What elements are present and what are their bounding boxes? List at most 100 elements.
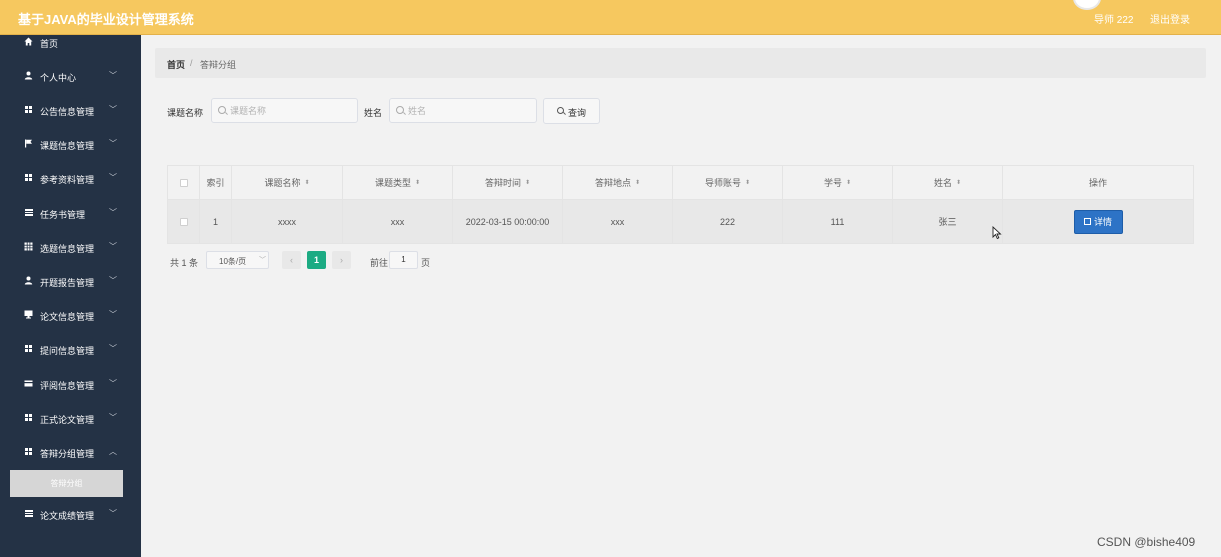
sidebar-item-score[interactable]: 论文成绩管理 ﹀	[0, 504, 141, 524]
sidebar-item-home[interactable]: 首页	[0, 32, 141, 52]
mouse-cursor-icon	[992, 225, 1002, 242]
column-header[interactable]: 课题名称 ⬍	[232, 166, 343, 199]
title-search-field	[211, 98, 358, 123]
sidebar-item-reference[interactable]: 参考资料管理 ﹀	[0, 168, 141, 188]
top-header: 基于JAVA的毕业设计管理系统 导师 222 退出登录	[0, 0, 1221, 35]
sidebar-item-notice[interactable]: 公告信息管理 ﹀	[0, 100, 141, 120]
grid-icon	[24, 344, 33, 353]
user-icon	[24, 276, 33, 285]
cell-student-no: 111	[783, 200, 893, 243]
breadcrumb-home[interactable]: 首页	[167, 58, 185, 71]
query-button[interactable]: 查询	[543, 98, 600, 124]
column-header[interactable]: 答辩地点 ⬍	[563, 166, 673, 199]
cell-index: 1	[200, 200, 232, 243]
page-size-select[interactable]: 10条/页 ﹀	[206, 251, 269, 269]
row-checkbox[interactable]	[179, 217, 188, 226]
name-search-input[interactable]	[408, 99, 532, 122]
cell-action: 详情	[1003, 200, 1193, 243]
sidebar-item-label: 论文成绩管理	[40, 511, 95, 521]
sidebar: 首页 个人中心 ﹀ 公告信息管理 ﹀ 课题信息管理 ﹀ 参考资料管理 ﹀ 任务书…	[0, 35, 141, 557]
watermark: CSDN @bishe409	[1097, 535, 1196, 549]
column-header: 索引	[200, 166, 232, 199]
chevron-down-icon: ﹀	[109, 413, 117, 422]
column-header: 操作	[1088, 178, 1107, 188]
cell-place: xxx	[563, 200, 673, 243]
sidebar-item-label: 任务书管理	[40, 210, 86, 220]
sort-icon[interactable]: ⬍	[304, 180, 309, 186]
detail-button[interactable]: 详情	[1073, 209, 1123, 234]
column-header[interactable]: 导师账号 ⬍	[673, 166, 783, 199]
sort-icon[interactable]: ⬍	[745, 180, 750, 186]
goto-page-unit: 页	[421, 258, 431, 268]
column-header[interactable]: 姓名 ⬍	[893, 166, 1003, 199]
logout-link[interactable]: 退出登录	[1150, 11, 1190, 26]
table-header: 索引 课题名称 ⬍ 课题类型 ⬍ 答辩时间 ⬍ 答辩地点 ⬍ 导师账号 ⬍ 学号 ⬍ 姓名 ⬍…	[168, 166, 1193, 200]
chevron-down-icon: ﹀	[109, 139, 117, 148]
goto-page-input[interactable]: 1	[389, 251, 418, 269]
search-icon	[218, 106, 226, 114]
sidebar-item-label: 公告信息管理	[40, 107, 95, 117]
sort-icon[interactable]: ⬍	[956, 180, 961, 186]
sidebar-item-final-thesis[interactable]: 正式论文管理 ﹀	[0, 408, 141, 428]
cell-time: 2022-03-15 00:00:00	[453, 200, 563, 243]
grid-icon	[24, 105, 33, 114]
select-all-cell	[168, 166, 200, 199]
sidebar-item-review[interactable]: 评阅信息管理 ﹀	[0, 374, 141, 394]
chevron-down-icon: ﹀	[109, 71, 117, 80]
pagination-total: 共 1 条	[170, 258, 199, 268]
detail-button-label: 详情	[1093, 217, 1112, 227]
column-header[interactable]: 课题类型 ⬍	[343, 166, 453, 199]
title-search-input[interactable]	[230, 99, 353, 122]
sidebar-item-label: 论文信息管理	[40, 312, 95, 322]
sidebar-item-thesis-info[interactable]: 论文信息管理 ﹀	[0, 305, 141, 325]
home-icon	[24, 37, 33, 46]
monitor-icon	[24, 310, 33, 319]
sort-icon[interactable]: ⬍	[415, 180, 420, 186]
chevron-down-icon: ﹀	[109, 208, 117, 217]
app-title: 基于JAVA的毕业设计管理系统	[18, 12, 194, 27]
breadcrumb-current: 答辩分组	[200, 60, 237, 70]
column-header[interactable]: 学号 ⬍	[783, 166, 893, 199]
goto-label: 前往	[370, 258, 389, 268]
sidebar-item-defense-group[interactable]: 答辩分组管理 ︿	[0, 442, 141, 462]
chevron-down-icon: ﹀	[109, 379, 117, 388]
search-icon	[396, 106, 404, 114]
sidebar-item-task[interactable]: 任务书管理 ﹀	[0, 203, 141, 223]
sidebar-item-label: 评阅信息管理	[40, 381, 95, 391]
list-icon	[24, 509, 33, 518]
sort-icon[interactable]: ⬍	[635, 180, 640, 186]
sidebar-item-selection[interactable]: 选题信息管理 ﹀	[0, 237, 141, 257]
list-icon	[24, 208, 33, 217]
sidebar-item-topic[interactable]: 课题信息管理 ﹀	[0, 134, 141, 154]
card-icon	[24, 379, 33, 388]
grid-icon	[24, 173, 33, 182]
sidebar-item-label: 开题报告管理	[40, 278, 95, 288]
sidebar-subitem-defense-group[interactable]: 答辩分组	[10, 470, 123, 497]
sidebar-item-personal[interactable]: 个人中心 ﹀	[0, 66, 141, 86]
prev-page-button[interactable]: ‹	[282, 251, 301, 269]
sidebar-item-label: 提问信息管理	[40, 346, 95, 356]
cell-title: xxxx	[232, 200, 343, 243]
user-icon	[24, 71, 33, 80]
data-table: 索引 课题名称 ⬍ 课题类型 ⬍ 答辩时间 ⬍ 答辩地点 ⬍ 导师账号 ⬍ 学号 ⬍ 姓名 ⬍…	[167, 165, 1194, 244]
name-search-label: 姓名	[364, 108, 383, 118]
sidebar-item-proposal[interactable]: 开题报告管理 ﹀	[0, 271, 141, 291]
chevron-down-icon: ﹀	[109, 105, 117, 114]
chevron-down-icon: ﹀	[109, 509, 117, 518]
column-header[interactable]: 答辩时间 ⬍	[453, 166, 563, 199]
grid-icon	[24, 447, 33, 456]
page-size-value: 10条/页	[219, 257, 247, 266]
avatar[interactable]	[1073, 0, 1101, 10]
chevron-down-icon: ﹀	[109, 242, 117, 251]
cell-name: 张三	[893, 200, 1003, 243]
sort-icon[interactable]: ⬍	[846, 180, 851, 186]
sort-icon[interactable]: ⬍	[525, 180, 530, 186]
chevron-down-icon: ﹀	[259, 257, 266, 264]
sidebar-item-label: 个人中心	[40, 73, 77, 83]
page-number-current[interactable]: 1	[307, 251, 326, 269]
sidebar-item-question[interactable]: 提问信息管理 ﹀	[0, 339, 141, 359]
table-icon	[24, 242, 33, 251]
flag-icon	[24, 139, 33, 148]
next-page-button[interactable]: ›	[332, 251, 351, 269]
select-all-checkbox[interactable]	[179, 178, 188, 187]
